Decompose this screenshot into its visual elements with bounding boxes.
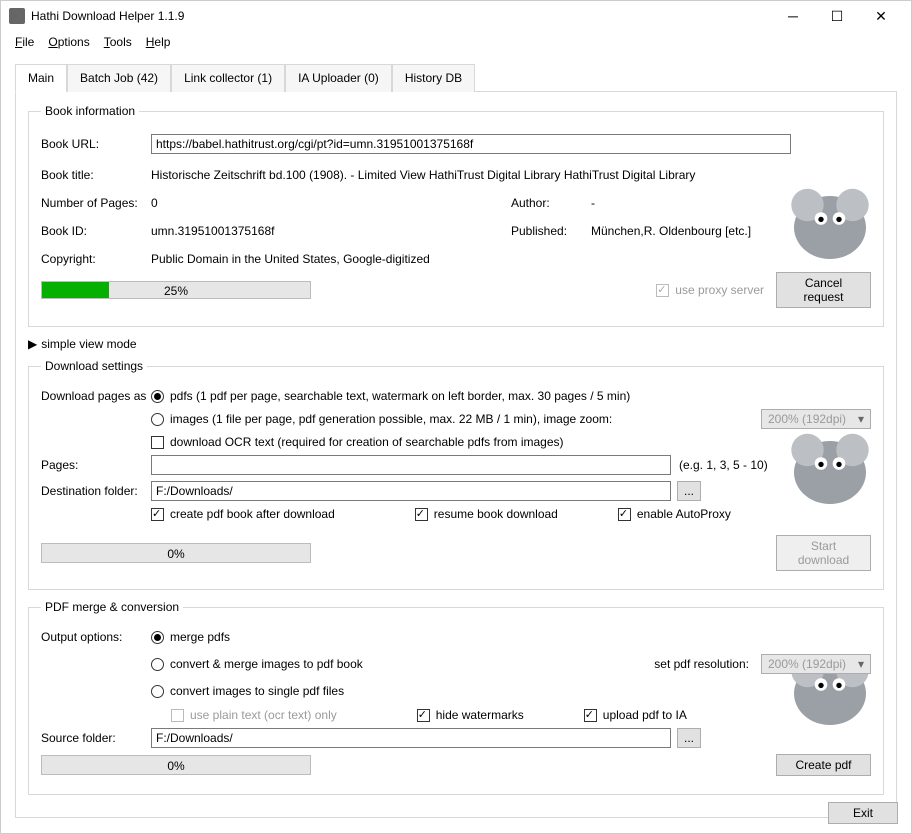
download-pages-as-label: Download pages as (41, 389, 151, 403)
download-progress-pct: 0% (167, 547, 184, 561)
download-settings-group: Download settings Download pages as pdfs… (28, 359, 884, 590)
download-images-label: images (1 file per page, pdf generation … (170, 412, 612, 426)
book-id-label: Book ID: (41, 224, 151, 238)
book-information-group: Book information Book URL: Book title: H… (28, 104, 884, 327)
mascot-icon (785, 423, 875, 513)
pages-range-input[interactable] (151, 455, 671, 475)
app-icon (9, 8, 25, 24)
menu-options[interactable]: Options (42, 33, 95, 51)
copyright-value: Public Domain in the United States, Goog… (151, 252, 430, 266)
convert-single-label: convert images to single pdf files (170, 684, 344, 698)
resume-download-label: resume book download (434, 507, 558, 521)
convert-merge-radio[interactable]: convert & merge images to pdf book (151, 657, 363, 671)
tab-link-collector[interactable]: Link collector (1) (171, 64, 285, 92)
author-label: Author: (511, 196, 591, 210)
menu-help[interactable]: Help (140, 33, 177, 51)
download-pdfs-label: pdfs (1 pdf per page, searchable text, w… (170, 389, 630, 403)
tab-history-db[interactable]: History DB (392, 64, 475, 92)
tab-bar: Main Batch Job (42) Link collector (1) I… (15, 63, 897, 92)
pdf-resolution-select: 200% (192dpi) (761, 654, 871, 674)
copyright-label: Copyright: (41, 252, 151, 266)
pages-count-label: Number of Pages: (41, 196, 151, 210)
published-label: Published: (511, 224, 591, 238)
convert-merge-label: convert & merge images to pdf book (170, 657, 363, 671)
create-pdf-after-label: create pdf book after download (170, 507, 335, 521)
exit-button[interactable]: Exit (828, 802, 898, 824)
book-info-progress-pct: 25% (42, 282, 310, 298)
use-proxy-label: use proxy server (675, 283, 764, 297)
close-button[interactable]: ✕ (859, 1, 903, 31)
download-progress: 0% (41, 543, 311, 563)
menu-tools[interactable]: Tools (98, 33, 138, 51)
output-options-label: Output options: (41, 630, 151, 644)
destination-folder-browse-button[interactable]: ... (677, 481, 701, 501)
book-title-label: Book title: (41, 168, 151, 182)
merge-progress: 0% (41, 755, 311, 775)
minimize-button[interactable]: ─ (771, 1, 815, 31)
pages-range-label: Pages: (41, 458, 151, 472)
menu-bar: File Options Tools Help (1, 31, 911, 53)
pages-count-value: 0 (151, 196, 511, 210)
tab-main[interactable]: Main (15, 64, 67, 92)
merge-pdfs-radio[interactable]: merge pdfs (151, 630, 230, 644)
book-url-input[interactable] (151, 134, 791, 154)
resume-download-checkbox[interactable]: resume book download (415, 507, 558, 521)
hide-watermarks-label: hide watermarks (436, 708, 524, 722)
destination-folder-input[interactable] (151, 481, 671, 501)
merge-progress-pct: 0% (167, 759, 184, 773)
create-pdf-button[interactable]: Create pdf (776, 754, 871, 776)
pages-range-hint: (e.g. 1, 3, 5 - 10) (679, 458, 768, 472)
upload-to-ia-label: upload pdf to IA (603, 708, 687, 722)
source-folder-input[interactable] (151, 728, 671, 748)
tab-ia-uploader[interactable]: IA Uploader (0) (285, 64, 392, 92)
book-url-label: Book URL: (41, 137, 151, 151)
pdf-resolution-label: set pdf resolution: (654, 657, 749, 671)
use-proxy-checkbox: use proxy server (656, 283, 764, 297)
plain-text-checkbox: use plain text (ocr text) only (171, 708, 337, 722)
source-folder-label: Source folder: (41, 731, 151, 745)
plain-text-label: use plain text (ocr text) only (190, 708, 337, 722)
create-pdf-after-download-checkbox[interactable]: create pdf book after download (151, 507, 335, 521)
start-download-button: Start download (776, 535, 871, 571)
author-value: - (591, 196, 595, 210)
book-info-progress: 25% (41, 281, 311, 299)
download-as-pdfs-radio[interactable]: pdfs (1 pdf per page, searchable text, w… (151, 389, 630, 403)
convert-single-radio[interactable]: convert images to single pdf files (151, 684, 344, 698)
pdf-merge-legend: PDF merge & conversion (41, 600, 183, 614)
title-bar: Hathi Download Helper 1.1.9 ─ ☐ ✕ (1, 1, 911, 31)
maximize-button[interactable]: ☐ (815, 1, 859, 31)
download-ocr-checkbox[interactable]: download OCR text (required for creation… (151, 435, 564, 449)
book-title-value: Historische Zeitschrift bd.100 (1908). -… (151, 168, 695, 182)
book-information-legend: Book information (41, 104, 139, 118)
enable-autoproxy-label: enable AutoProxy (637, 507, 731, 521)
book-id-value: umn.31951001375168f (151, 224, 511, 238)
pdf-merge-group: PDF merge & conversion Output options: m… (28, 600, 884, 795)
merge-pdfs-label: merge pdfs (170, 630, 230, 644)
window-title: Hathi Download Helper 1.1.9 (31, 9, 771, 23)
tab-batch-job[interactable]: Batch Job (42) (67, 64, 171, 92)
source-folder-browse-button[interactable]: ... (677, 728, 701, 748)
cancel-request-button[interactable]: Cancel request (776, 272, 871, 308)
hide-watermarks-checkbox[interactable]: hide watermarks (417, 708, 524, 722)
image-zoom-select: 200% (192dpi) (761, 409, 871, 429)
simple-view-toggle[interactable]: ▶ simple view mode (28, 337, 884, 351)
download-settings-legend: Download settings (41, 359, 147, 373)
chevron-right-icon: ▶ (28, 337, 37, 351)
upload-to-ia-checkbox[interactable]: upload pdf to IA (584, 708, 687, 722)
menu-file[interactable]: File (9, 33, 40, 51)
destination-folder-label: Destination folder: (41, 484, 151, 498)
enable-autoproxy-checkbox[interactable]: enable AutoProxy (618, 507, 731, 521)
mascot-icon (785, 178, 875, 268)
simple-view-label: simple view mode (41, 337, 136, 351)
download-as-images-radio[interactable]: images (1 file per page, pdf generation … (151, 412, 612, 426)
download-ocr-label: download OCR text (required for creation… (170, 435, 564, 449)
published-value: München,R. Oldenbourg [etc.] (591, 224, 751, 238)
